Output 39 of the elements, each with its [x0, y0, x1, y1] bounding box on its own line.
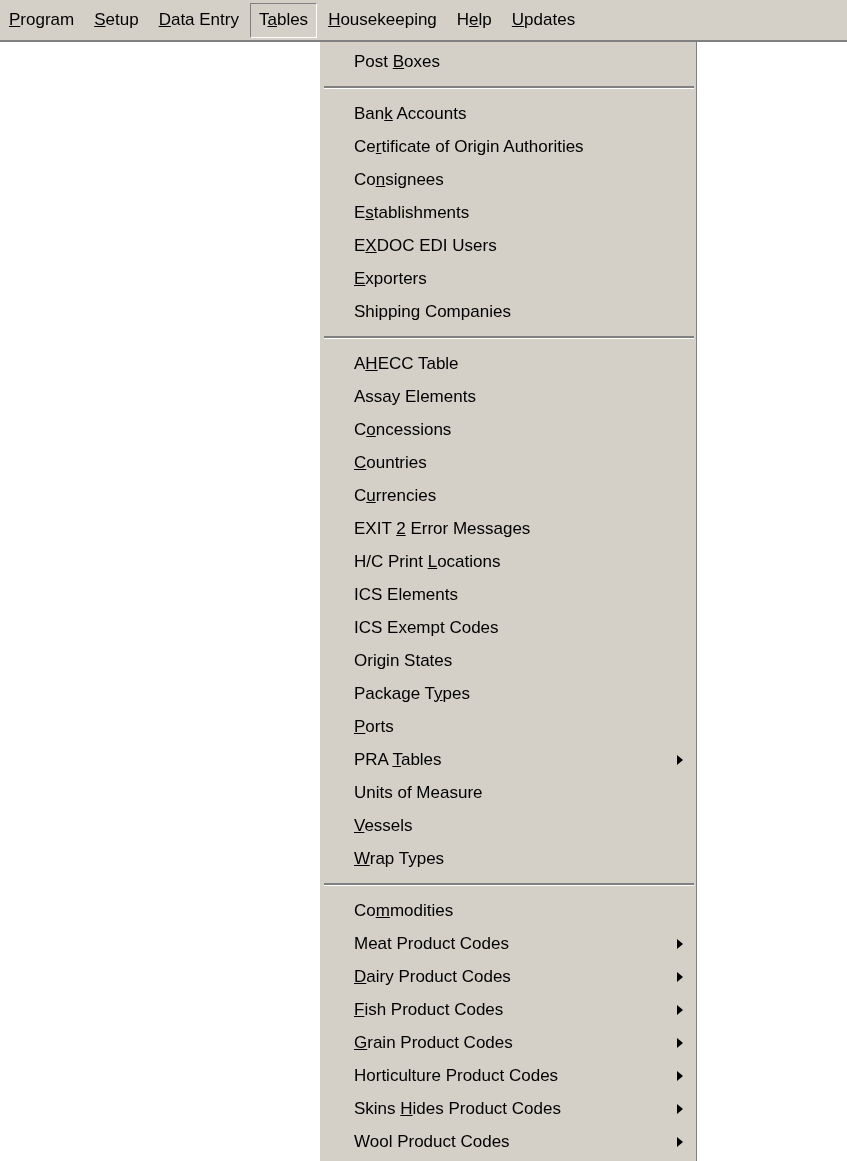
- menu-item[interactable]: EXDOC EDI Users: [320, 229, 697, 262]
- menu-item[interactable]: ICS Exempt Codes: [320, 611, 697, 644]
- menu-item[interactable]: Program: [0, 2, 84, 38]
- menu-item[interactable]: Post Boxes: [320, 45, 697, 78]
- menu-item[interactable]: Grain Product Codes: [320, 1026, 697, 1059]
- menu-item[interactable]: Units of Measure: [320, 776, 697, 809]
- menu-item[interactable]: Dairy Product Codes: [320, 960, 697, 993]
- menu-item[interactable]: EXIT 2 Error Messages: [320, 512, 697, 545]
- menu-item[interactable]: Currencies: [320, 479, 697, 512]
- menu-item[interactable]: H/C Print Locations: [320, 545, 697, 578]
- menu-item[interactable]: Countries: [320, 446, 697, 479]
- menu-item[interactable]: Updates: [502, 2, 585, 38]
- menu-item[interactable]: PRA Tables: [320, 743, 697, 776]
- menu-item[interactable]: Horticulture Product Codes: [320, 1059, 697, 1092]
- menu-item[interactable]: Establishments: [320, 196, 697, 229]
- menu-item[interactable]: Package Types: [320, 677, 697, 710]
- menu-item[interactable]: Help: [447, 2, 501, 38]
- menu-item[interactable]: Fish Product Codes: [320, 993, 697, 1026]
- menu-item[interactable]: Shipping Companies: [320, 295, 697, 328]
- menu-item[interactable]: Meat Product Codes: [320, 927, 697, 960]
- menu-item[interactable]: Housekeeping: [319, 2, 446, 38]
- menu-item[interactable]: Certificate of Origin Authorities: [320, 130, 697, 163]
- menu-item[interactable]: Origin States: [320, 644, 697, 677]
- menu-item[interactable]: Setup: [85, 2, 148, 38]
- menu-item[interactable]: Assay Elements: [320, 380, 697, 413]
- menu-item[interactable]: Commodities: [320, 894, 697, 927]
- menu-item[interactable]: Skins Hides Product Codes: [320, 1092, 697, 1125]
- menu-item[interactable]: Exporters: [320, 262, 697, 295]
- menu-item[interactable]: ICS Elements: [320, 578, 697, 611]
- menu-item[interactable]: Vessels: [320, 809, 697, 842]
- menu-item[interactable]: Wool Product Codes: [320, 1125, 697, 1158]
- menu-item[interactable]: Ports: [320, 710, 697, 743]
- menu-item[interactable]: AHECC Table: [320, 347, 697, 380]
- menu-item[interactable]: Bank Accounts: [320, 97, 697, 130]
- menu-item[interactable]: Data Entry: [149, 2, 248, 38]
- menu-item[interactable]: Concessions: [320, 413, 697, 446]
- menu-item[interactable]: Consignees: [320, 163, 697, 196]
- menu-item[interactable]: Wrap Types: [320, 842, 697, 875]
- menu-item[interactable]: Tables: [249, 2, 318, 38]
